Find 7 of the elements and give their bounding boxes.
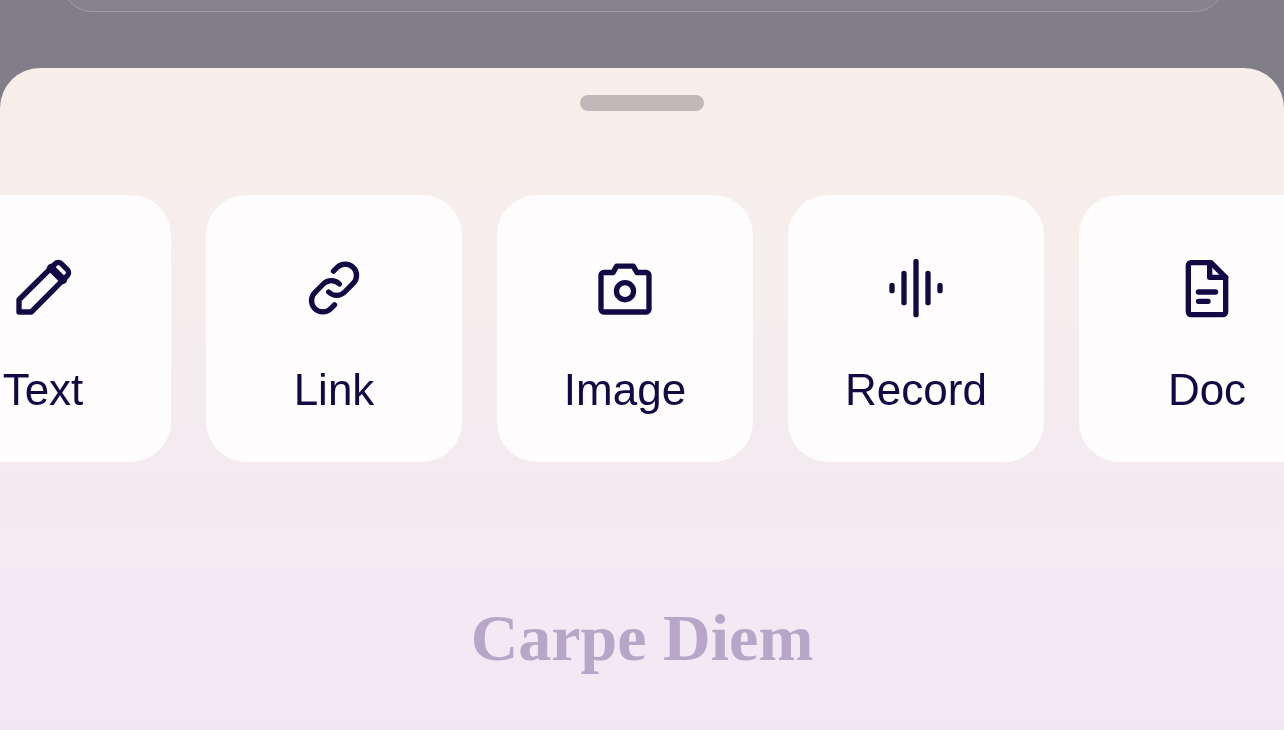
option-button[interactable]: Image — [497, 195, 753, 462]
drag-handle[interactable] — [580, 95, 704, 111]
option-button[interactable]: Doc — [1079, 195, 1284, 462]
option-button[interactable]: Record — [788, 195, 1044, 462]
app-title: Carpe Diem — [470, 600, 814, 676]
option-button[interactable]: Text — [0, 195, 171, 462]
option-button[interactable]: Link — [206, 195, 462, 462]
